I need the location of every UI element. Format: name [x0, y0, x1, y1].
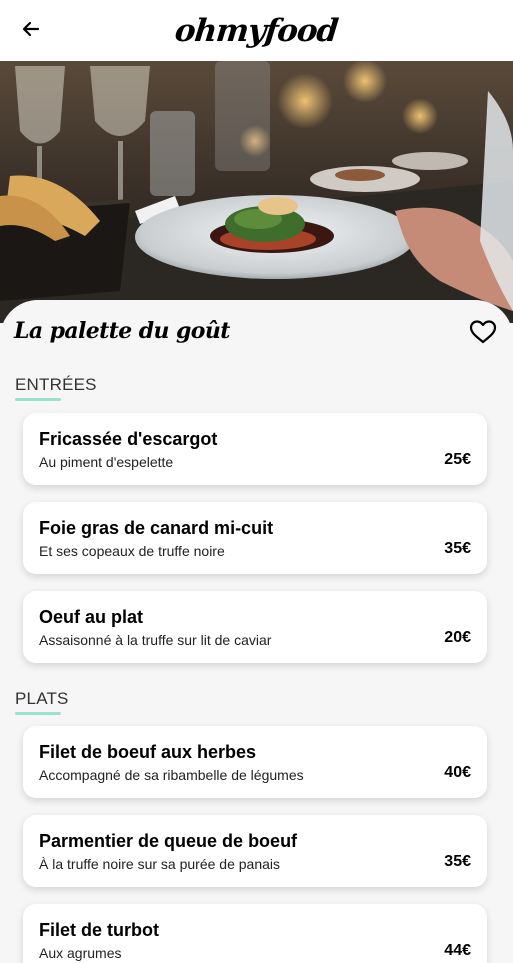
dish-price: 35€ [444, 540, 471, 557]
arrow-left-icon [22, 21, 40, 37]
dish-name: Oeuf au plat [39, 607, 144, 627]
dish-name: Foie gras de canard mi-cuit [39, 518, 274, 538]
dish-name: Filet de boeuf aux herbes [39, 742, 257, 762]
dish-name: Parmentier de queue de boeuf [39, 831, 298, 851]
menu-item-card[interactable]: Filet de turbot Aux agrumes 44€ [23, 904, 487, 963]
dish-description: Assaisonné à la truffe sur lit de caviar [39, 632, 272, 648]
menu-item-card[interactable]: Oeuf au plat Assaisonné à la truffe sur … [23, 591, 487, 663]
dish-name: Filet de turbot [39, 920, 159, 940]
dish-price: 20€ [444, 629, 471, 646]
app-logo[interactable]: ohmyfood [173, 13, 339, 49]
dish-price: 44€ [444, 942, 471, 959]
dish-description: Accompagné de sa ribambelle de légumes [39, 767, 304, 783]
menu-item-card[interactable]: Parmentier de queue de boeuf À la truffe… [23, 815, 487, 887]
section-underline [15, 712, 61, 715]
section-title-entrees: ENTRÉES [15, 375, 97, 394]
restaurant-hero-image [0, 61, 513, 323]
back-button[interactable] [20, 18, 42, 40]
dish-price: 25€ [444, 451, 471, 468]
section-underline [15, 398, 61, 401]
menu-content: La palette du goût ENTRÉES Fricassée d'e… [0, 300, 513, 963]
dish-price: 35€ [444, 853, 471, 870]
favorite-button[interactable] [469, 319, 497, 345]
app-header: ohmyfood [0, 0, 513, 61]
menu-item-card[interactable]: Filet de boeuf aux herbes Accompagné de … [23, 726, 487, 798]
heart-outline-icon [469, 320, 497, 344]
dish-name: Fricassée d'escargot [39, 429, 218, 449]
menu-item-card[interactable]: Fricassée d'escargot Au piment d'espelet… [23, 413, 487, 485]
dish-description: Au piment d'espelette [39, 454, 174, 470]
dish-description: Aux agrumes [39, 945, 122, 961]
section-title-plats: PLATS [15, 689, 69, 708]
dish-description: À la truffe noire sur sa purée de panais [39, 856, 281, 872]
dish-description: Et ses copeaux de truffe noire [39, 543, 225, 559]
restaurant-title: La palette du goût [14, 318, 230, 344]
dish-price: 40€ [444, 764, 471, 781]
menu-item-card[interactable]: Foie gras de canard mi-cuit Et ses copea… [23, 502, 487, 574]
